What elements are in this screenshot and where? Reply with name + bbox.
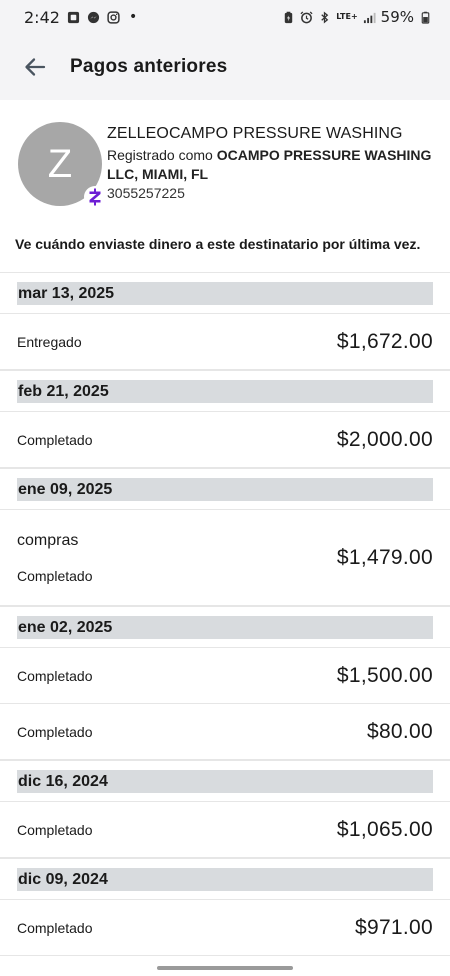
battery-percent: 59% <box>380 8 414 26</box>
recipient-name: ZELLEOCAMPO PRESSURE WASHING <box>107 125 403 142</box>
transaction-details: Entregado <box>17 334 82 350</box>
zelle-badge <box>84 186 106 208</box>
back-button[interactable] <box>10 42 60 92</box>
transaction-details: Completado <box>17 724 93 740</box>
page-title: Pagos anteriores <box>70 56 228 77</box>
home-indicator[interactable] <box>157 966 293 970</box>
transaction-details: Completado <box>17 920 93 936</box>
date-header: ene 02, 2025 <box>0 606 450 648</box>
transaction-row[interactable]: Completado $2,000.00 <box>0 412 450 468</box>
transaction-row[interactable]: Completado $1,065.00 <box>0 802 450 858</box>
messenger-icon <box>87 11 100 23</box>
zelle-logo-icon <box>89 188 101 206</box>
transaction-row[interactable]: compras Completado $1,479.00 <box>0 510 450 606</box>
status-dot: • <box>128 9 138 25</box>
date-label: mar 13, 2025 <box>17 282 433 305</box>
transaction-status: Completado <box>17 431 93 448</box>
battery-icon <box>421 11 430 24</box>
arrow-left-icon <box>25 58 46 76</box>
date-header: feb 21, 2025 <box>0 370 450 412</box>
notification-app-icon <box>67 11 80 23</box>
transaction-amount: $1,500.00 <box>336 663 433 687</box>
transaction-status: Completado <box>17 567 93 584</box>
recipient-phone: 3055257225 <box>107 185 185 201</box>
transaction-amount: $1,672.00 <box>336 329 433 353</box>
transaction-amount: $971.00 <box>354 915 433 939</box>
payment-history-list: mar 13, 2025 Entregado $1,672.00 feb 21,… <box>0 272 450 956</box>
status-left: 2:42 • <box>24 8 137 27</box>
status-bar: 2:42 • LTE+ 59% <box>0 0 450 34</box>
transaction-status: Completado <box>17 821 93 838</box>
date-label: feb 21, 2025 <box>17 380 433 403</box>
transaction-amount: $80.00 <box>366 719 433 743</box>
transaction-memo: compras <box>17 531 79 549</box>
transaction-details: Completado <box>17 432 93 448</box>
transaction-row[interactable]: Completado $971.00 <box>0 900 450 956</box>
signal-icon <box>363 12 376 23</box>
transaction-details: compras Completado <box>17 532 93 584</box>
transaction-row[interactable]: Completado $80.00 <box>0 704 450 760</box>
battery-saver-icon <box>285 11 293 23</box>
date-label: ene 02, 2025 <box>17 616 433 639</box>
bluetooth-icon <box>321 10 329 24</box>
network-type: LTE+ <box>336 12 358 21</box>
alarm-icon <box>300 10 313 23</box>
transaction-amount: $2,000.00 <box>336 427 433 451</box>
instagram-icon <box>107 10 120 24</box>
date-header: dic 16, 2024 <box>0 760 450 802</box>
transaction-status: Completado <box>17 723 93 740</box>
transaction-details: Completado <box>17 668 93 684</box>
transaction-status: Completado <box>17 667 93 684</box>
transaction-status: Entregado <box>17 333 82 350</box>
transaction-row[interactable]: Completado $1,500.00 <box>0 648 450 704</box>
transaction-details: Completado <box>17 822 93 838</box>
status-time: 2:42 <box>24 7 60 27</box>
date-header: dic 09, 2024 <box>0 858 450 900</box>
intro-text: Ve cuándo enviaste dinero a este destina… <box>15 236 421 252</box>
app-header: Pagos anteriores <box>0 34 450 100</box>
date-label: dic 16, 2024 <box>17 770 433 793</box>
transaction-amount: $1,479.00 <box>336 545 433 569</box>
recipient-info: ZELLEOCAMPO PRESSURE WASHING Registrado … <box>107 124 442 203</box>
transaction-status: Completado <box>17 919 93 936</box>
registered-prefix: Registrado como <box>107 147 217 163</box>
transaction-row[interactable]: Entregado $1,672.00 <box>0 314 450 370</box>
recipient-card: Z ZELLEOCAMPO PRESSURE WASHING Registrad… <box>0 118 450 218</box>
transaction-amount: $1,065.00 <box>336 817 433 841</box>
date-header: mar 13, 2025 <box>0 272 450 314</box>
recipient-registered: Registrado como OCAMPO PRESSURE WASHING … <box>107 146 442 184</box>
date-header: ene 09, 2025 <box>0 468 450 510</box>
date-label: ene 09, 2025 <box>17 478 433 501</box>
status-right: LTE+ 59% <box>282 8 432 26</box>
date-label: dic 09, 2024 <box>17 868 433 891</box>
